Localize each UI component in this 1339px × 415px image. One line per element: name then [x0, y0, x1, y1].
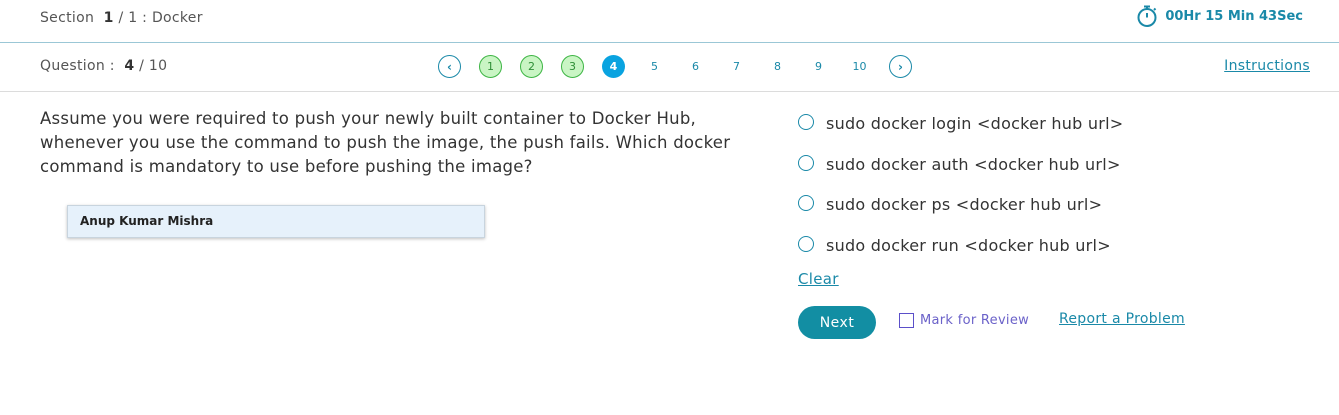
user-name-watermark: Anup Kumar Mishra [67, 205, 485, 238]
page-3[interactable]: 3 [561, 55, 584, 78]
question-pager: ‹ 1 2 3 4 5 6 7 8 9 10 › [438, 55, 912, 78]
option-label: sudo docker run <docker hub url> [826, 235, 1111, 255]
question-nav-bar: Question : 4 / 10 ‹ 1 2 3 4 5 6 7 8 9 10… [0, 43, 1339, 92]
page-10[interactable]: 10 [848, 55, 871, 78]
question-current: 4 [124, 58, 135, 74]
option-4[interactable]: sudo docker run <docker hub url> [798, 227, 1123, 268]
report-problem-link[interactable]: Report a Problem [1059, 311, 1185, 327]
section-current: 1 [103, 10, 114, 26]
mark-review-label: Mark for Review [920, 313, 1030, 328]
section-label: Section 1 / 1 : Docker [40, 10, 203, 26]
mark-review-checkbox[interactable] [899, 313, 914, 328]
option-label: sudo docker ps <docker hub url> [826, 195, 1103, 215]
page-8[interactable]: 8 [766, 55, 789, 78]
question-text: Assume you were required to push your ne… [40, 109, 731, 176]
radio-button[interactable] [798, 195, 814, 212]
page-1[interactable]: 1 [479, 55, 502, 78]
page-7[interactable]: 7 [725, 55, 748, 78]
question-counter: Question : 4 / 10 [40, 58, 167, 74]
timer: 00Hr 15 Min 43Sec [1135, 4, 1303, 28]
section-header: Section 1 / 1 : Docker 00Hr 15 Min 43Sec [0, 0, 1339, 43]
page-2[interactable]: 2 [520, 55, 543, 78]
page-6[interactable]: 6 [684, 55, 707, 78]
option-1[interactable]: sudo docker login <docker hub url> [798, 105, 1123, 146]
page-5[interactable]: 5 [643, 55, 666, 78]
question-total: / 10 [139, 58, 168, 74]
option-label: sudo docker auth <docker hub url> [826, 154, 1121, 174]
timer-text: 00Hr 15 Min 43Sec [1165, 8, 1303, 24]
next-button[interactable]: Next [798, 306, 876, 339]
instructions-link[interactable]: Instructions [1224, 58, 1310, 74]
stopwatch-icon [1137, 5, 1157, 27]
radio-button[interactable] [798, 235, 814, 252]
next-question-button[interactable]: › [889, 55, 912, 78]
answer-options: sudo docker login <docker hub url> sudo … [798, 105, 1123, 267]
section-prefix: Section [40, 10, 95, 26]
page-4[interactable]: 4 [602, 55, 625, 78]
option-2[interactable]: sudo docker auth <docker hub url> [798, 146, 1123, 187]
radio-button[interactable] [798, 154, 814, 171]
prev-question-button[interactable]: ‹ [438, 55, 461, 78]
option-label: sudo docker login <docker hub url> [826, 114, 1124, 134]
radio-button[interactable] [798, 114, 814, 131]
chevron-left-icon: ‹ [447, 59, 452, 74]
option-3[interactable]: sudo docker ps <docker hub url> [798, 186, 1123, 227]
mark-for-review[interactable]: Mark for Review [899, 313, 1029, 328]
chevron-right-icon: › [898, 59, 903, 74]
question-prefix: Question : [40, 58, 115, 74]
section-rest: / 1 : Docker [118, 10, 203, 26]
clear-link[interactable]: Clear [798, 270, 839, 288]
page-9[interactable]: 9 [807, 55, 830, 78]
